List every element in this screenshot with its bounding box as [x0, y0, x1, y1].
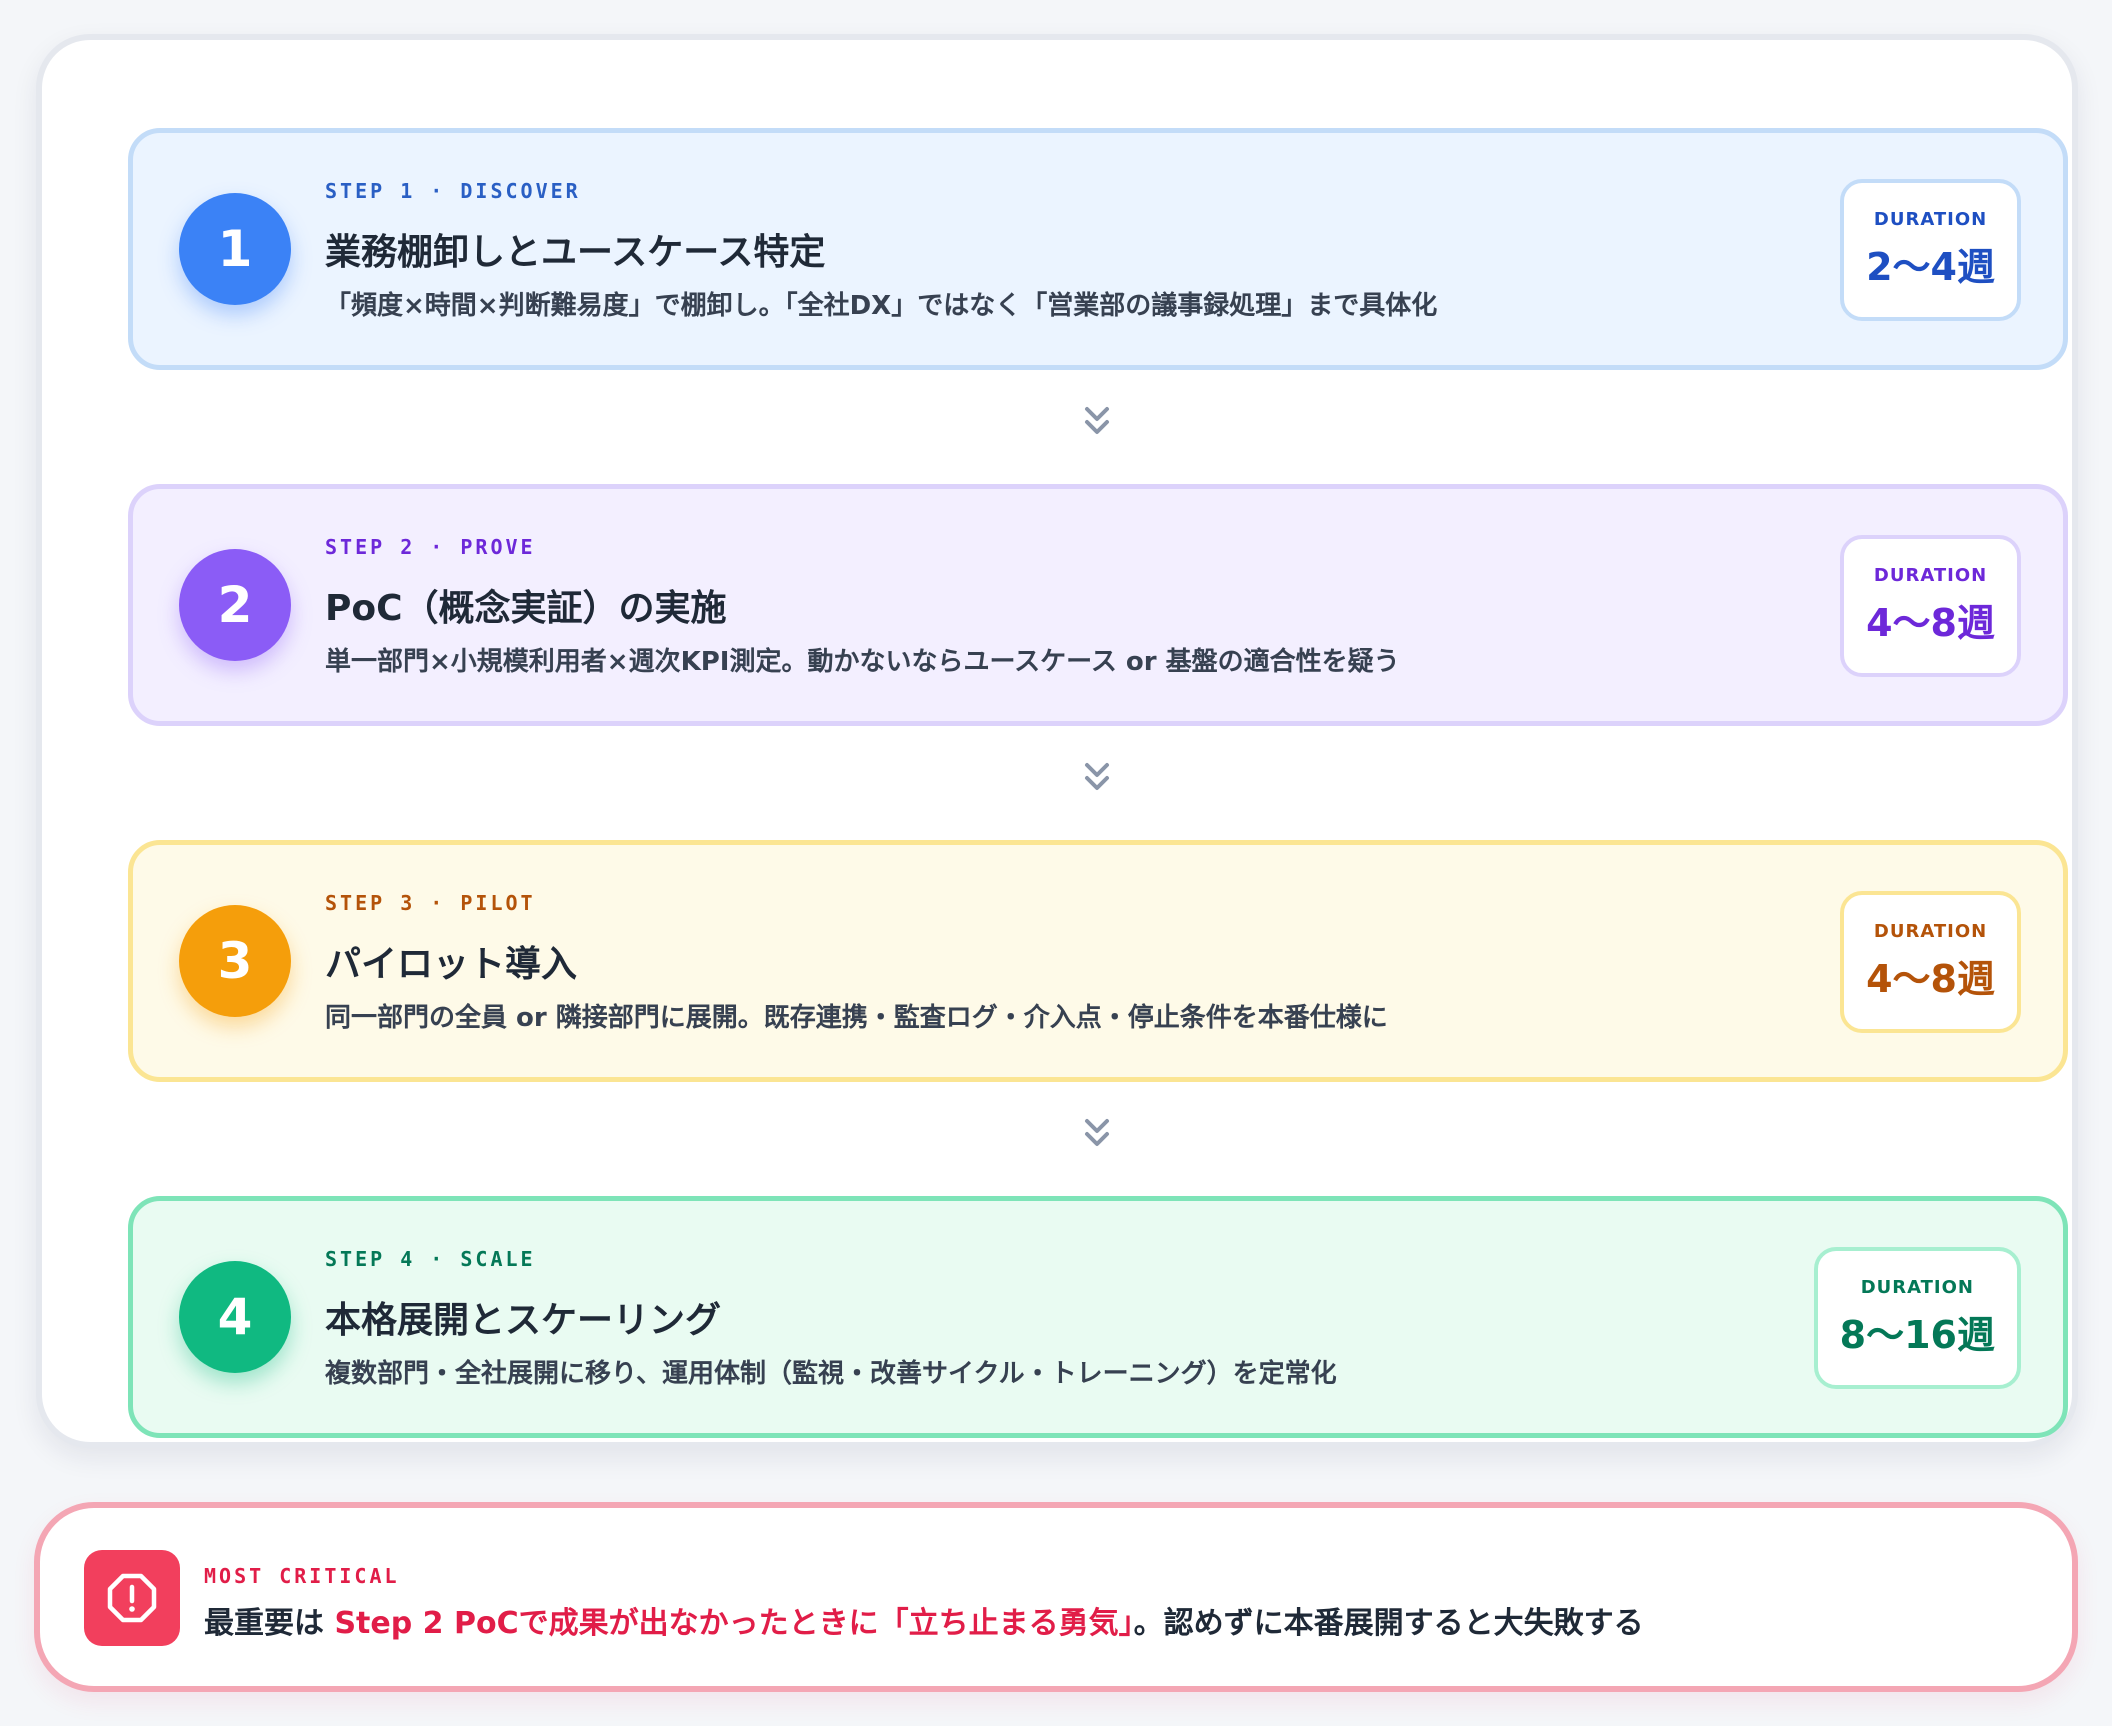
duration-value: 8〜16週 — [1839, 1313, 1995, 1357]
double-chevron-down-icon — [1085, 407, 1109, 434]
critical-text-after: 。認めずに本番展開すると大失敗する — [1133, 1606, 1644, 1641]
steps-panel: 1 STEP 1 · DISCOVER 業務棚卸しとユースケース特定 「頻度×時… — [36, 34, 2078, 1448]
step-number-badge: 2 — [179, 549, 291, 661]
step-description: 「頻度×時間×判断難易度」で棚卸し。「全社DX」ではなく「営業部の議事録処理」ま… — [325, 291, 1438, 321]
duration-label: DURATION — [1860, 1277, 1974, 1298]
step-number-badge: 3 — [179, 905, 291, 1017]
step-eyebrow: STEP 1 · DISCOVER — [325, 179, 581, 203]
duration-box: DURATION 4〜8週 — [1840, 535, 2021, 677]
step-eyebrow: STEP 2 · PROVE — [325, 535, 536, 559]
alert-octagon-icon — [84, 1550, 180, 1646]
step-description: 単一部門×小規模利用者×週次KPI測定。動かないならユースケース or 基盤の適… — [325, 647, 1400, 677]
duration-box: DURATION 2〜4週 — [1840, 179, 2021, 321]
duration-box: DURATION 8〜16週 — [1813, 1247, 2021, 1389]
step-card-scale: 4 STEP 4 · SCALE 本格展開とスケーリング 複数部門・全社展開に移… — [128, 1196, 2068, 1438]
step-number-badge: 4 — [179, 1261, 291, 1373]
step-card-discover: 1 STEP 1 · DISCOVER 業務棚卸しとユースケース特定 「頻度×時… — [128, 128, 2068, 370]
double-chevron-down-icon — [1085, 1119, 1109, 1146]
step-title: 本格展開とスケーリング — [325, 1300, 722, 1341]
duration-label: DURATION — [1873, 921, 1988, 942]
duration-label: DURATION — [1873, 565, 1988, 586]
duration-box: DURATION 4〜8週 — [1840, 891, 2021, 1033]
step-title: PoC（概念実証）の実施 — [325, 588, 727, 629]
critical-callout: MOST CRITICAL 最重要は Step 2 PoCで成果が出なかったとき… — [34, 1502, 2078, 1692]
critical-text-before: 最重要は — [204, 1606, 335, 1641]
duration-label: DURATION — [1873, 209, 1988, 230]
critical-text-highlight: Step 2 PoCで成果が出なかったときに「立ち止まる勇気」 — [334, 1606, 1134, 1641]
duration-value: 2〜4週 — [1866, 245, 1995, 289]
step-title: パイロット導入 — [325, 944, 578, 985]
step-description: 同一部門の全員 or 隣接部門に展開。既存連携・監査ログ・介入点・停止条件を本番… — [325, 1003, 1388, 1033]
step-card-pilot: 3 STEP 3 · PILOT パイロット導入 同一部門の全員 or 隣接部門… — [128, 840, 2068, 1082]
double-chevron-down-icon — [1085, 763, 1109, 790]
duration-value: 4〜8週 — [1866, 957, 1995, 1001]
step-eyebrow: STEP 3 · PILOT — [325, 891, 536, 915]
critical-message: 最重要は Step 2 PoCで成果が出なかったときに「立ち止まる勇気」。認めず… — [204, 1598, 1644, 1642]
step-card-prove: 2 STEP 2 · PROVE PoC（概念実証）の実施 単一部門×小規模利用… — [128, 484, 2068, 726]
step-description: 複数部門・全社展開に移り、運用体制（監視・改善サイクル・トレーニング）を定常化 — [325, 1359, 1337, 1389]
step-number-badge: 1 — [179, 193, 291, 305]
step-title: 業務棚卸しとユースケース特定 — [325, 232, 826, 273]
critical-label: MOST CRITICAL — [204, 1564, 400, 1588]
duration-value: 4〜8週 — [1866, 601, 1995, 645]
step-eyebrow: STEP 4 · SCALE — [325, 1247, 536, 1271]
